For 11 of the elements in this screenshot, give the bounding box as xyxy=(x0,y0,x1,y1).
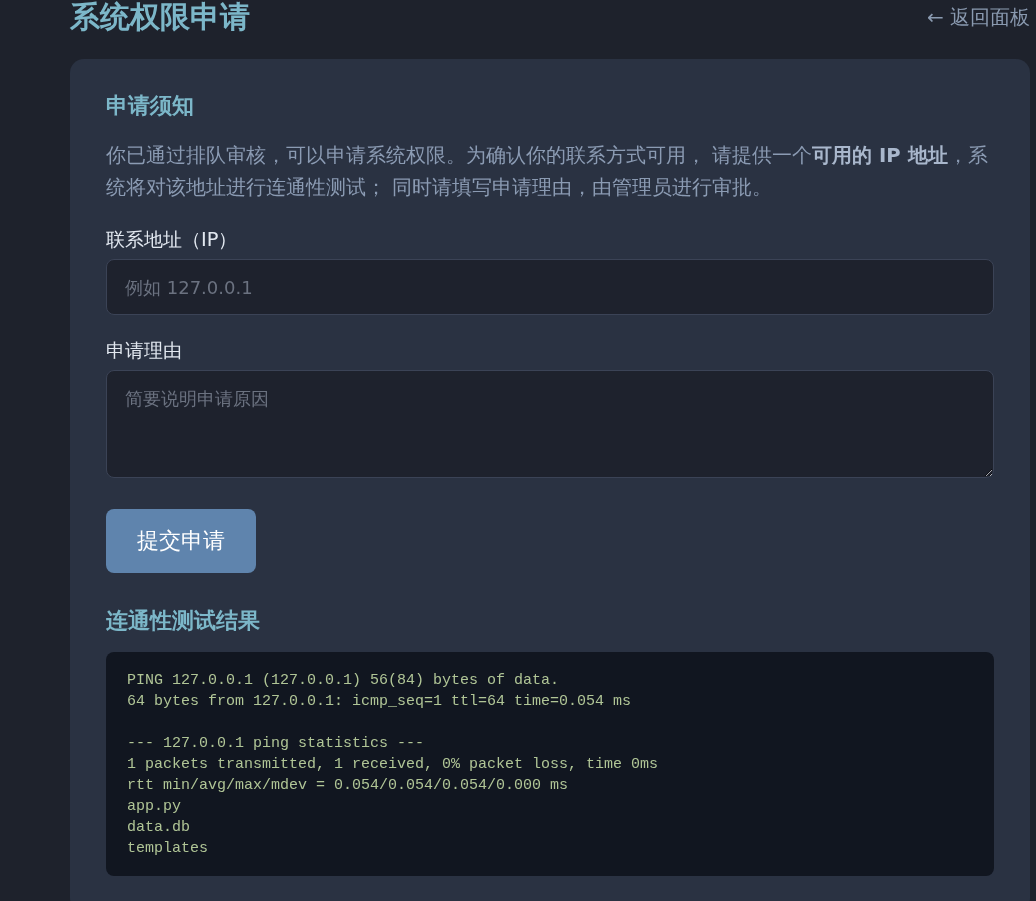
field-label: 联系地址（IP） xyxy=(106,227,239,253)
section-heading: 连通性测试结果 xyxy=(106,606,261,634)
submit-button[interactable]: 提交申请 xyxy=(106,509,256,573)
ip-input-field[interactable]: 例如 127.0.0.1 xyxy=(106,259,994,315)
section-heading: 申请须知 xyxy=(106,91,195,119)
page-title: 系统权限申请 xyxy=(70,1,250,33)
terminal-output: PING 127.0.0.1 (127.0.0.1) 56(84) bytes of data. 64 bytes from 127.0.0.1: icmp_seq=1 ttl=64 time=0.054 ms --- 127.0.0.1 ping statistics --- 1 packets transmitted, 1 received, 0% packet loss, time 0ms rtt min/avg/max/mdev = 0.054/0.054/0.054/0.000 ms app.py data.db templates xyxy=(106,652,994,876)
reason-text-field[interactable]: 简要说明申请原因 xyxy=(106,370,994,478)
field-label: 申请理由 xyxy=(106,338,183,364)
notice-text: 你已通过排队审核，可以申请系统权限。为确认你的联系方式可用， 请提供一个可用的 IP 地址，系统将对该地址进行连通性测试； 同时请填写申请理由，由管理员进行审批。 xyxy=(106,143,989,201)
back-link[interactable]: ← 返回面板 xyxy=(926,3,1030,31)
